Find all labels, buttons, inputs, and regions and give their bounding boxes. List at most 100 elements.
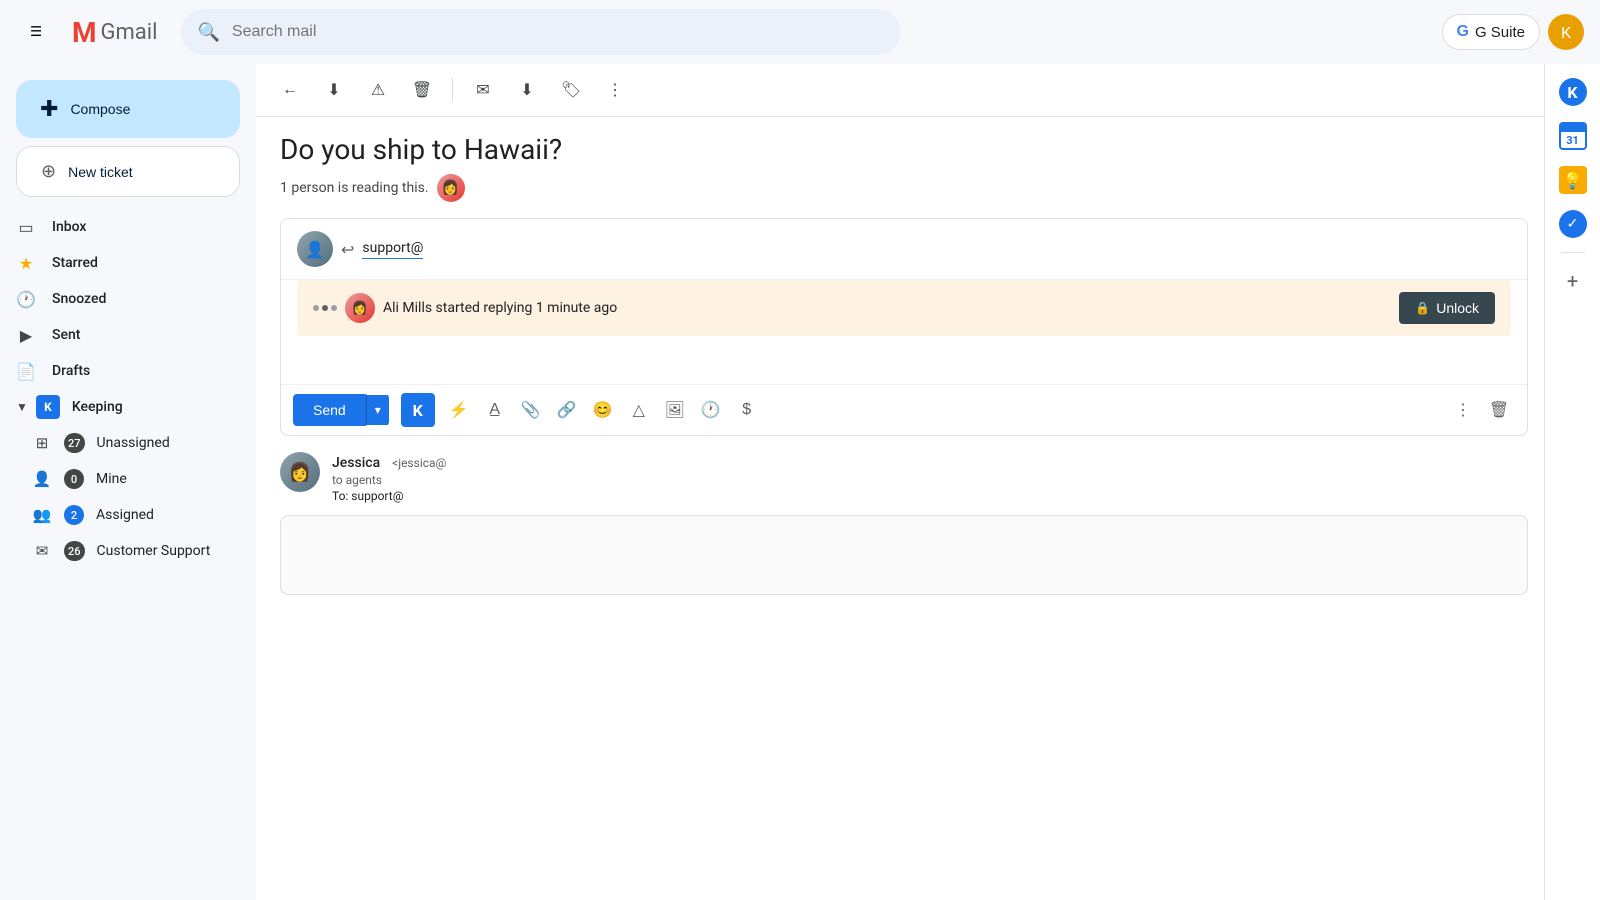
- mine-badge: 0: [64, 469, 84, 489]
- reply-compose-body[interactable]: [281, 344, 1527, 384]
- keeping-header[interactable]: ▼ K Keeping: [0, 389, 256, 425]
- mark-read-button[interactable]: ✉: [465, 72, 501, 108]
- email-scroll: Do you ship to Hawaii? 1 person is readi…: [256, 117, 1600, 900]
- message-sender-line: Jessica <jessica@: [332, 452, 1528, 471]
- sender-name: Jessica: [332, 455, 380, 471]
- search-input[interactable]: [232, 23, 886, 41]
- send-dropdown-button[interactable]: ▾: [366, 395, 389, 425]
- sidebar-item-snoozed[interactable]: 🕐 Snoozed: [0, 281, 240, 317]
- gsuite-button[interactable]: G G Suite: [1442, 14, 1540, 50]
- topbar: ☰ M Gmail 🔍 G G Suite K: [0, 0, 1600, 64]
- reading-notice: 1 person is reading this. 👩: [280, 174, 1528, 202]
- cal-body: 31: [1561, 132, 1585, 148]
- keeping-compose-button[interactable]: K: [401, 393, 435, 427]
- compose-plus-icon: ✚: [40, 96, 58, 122]
- schedule-button[interactable]: 🕐: [695, 394, 727, 426]
- discard-button[interactable]: 🗑: [1483, 394, 1515, 426]
- content-area: ← ⬇ ⚠ 🗑 ✉ ⬇ 🏷 ⋮ Do you ship to Hawaii? 1…: [256, 64, 1600, 900]
- new-ticket-button[interactable]: ⊕ New ticket: [16, 146, 240, 197]
- typing-avatar-inner: 👩: [345, 293, 375, 323]
- sidebar-item-inbox[interactable]: ▭ Inbox: [0, 209, 240, 245]
- sidebar-item-label: Starred: [52, 255, 224, 271]
- archive-button[interactable]: ⬇: [316, 72, 352, 108]
- sidebar-sub-label: Customer Support: [97, 543, 211, 559]
- compose-button[interactable]: ✚ Compose: [16, 80, 240, 138]
- hamburger-button[interactable]: ☰: [16, 12, 56, 52]
- sidebar-item-mine[interactable]: 👤 0 Mine: [0, 461, 240, 497]
- format-button[interactable]: A̲: [479, 394, 511, 426]
- keeping-k-icon: K: [36, 395, 60, 419]
- send-button-group: Send ▾: [293, 394, 389, 426]
- unlock-banner: 👩 Ali Mills started replying 1 minute ag…: [297, 280, 1511, 336]
- message-to-address: To: support@: [332, 489, 1528, 503]
- reply-header: 👤 ↩ support@: [281, 219, 1527, 280]
- reply-avatar-inner: 👤: [297, 231, 333, 267]
- new-ticket-plus-icon: ⊕: [41, 161, 56, 182]
- inbox-icon: ▭: [16, 218, 36, 237]
- reply-to-field: support@: [362, 240, 1511, 259]
- sidebar-item-sent[interactable]: ▶ Sent: [0, 317, 240, 353]
- keeping-panel-button[interactable]: K: [1553, 72, 1593, 112]
- message-body: [280, 515, 1528, 595]
- back-button[interactable]: ←: [272, 72, 308, 108]
- sidebar-item-assigned[interactable]: 👥 2 Assigned: [0, 497, 240, 533]
- lightbulb-button[interactable]: 💡: [1553, 160, 1593, 200]
- sidebar-item-starred[interactable]: ★ Starred: [0, 245, 240, 281]
- gsuite-area: G G Suite K: [1442, 14, 1584, 50]
- currency-button[interactable]: $: [731, 394, 763, 426]
- link-button[interactable]: 🔗: [551, 394, 583, 426]
- typing-dot-1: [313, 305, 319, 311]
- add-panel-button[interactable]: +: [1553, 261, 1593, 301]
- sidebar-item-drafts[interactable]: 📄 Drafts: [0, 353, 240, 389]
- photo-button[interactable]: 🖼: [659, 394, 691, 426]
- mine-icon: 👤: [32, 470, 52, 488]
- starred-icon: ★: [16, 254, 36, 273]
- typing-avatar: 👩: [345, 293, 375, 323]
- assigned-badge: 2: [64, 505, 84, 525]
- keeping-k-label: K: [1567, 83, 1577, 102]
- message-info: Jessica <jessica@ to agents To: support@: [332, 452, 1528, 503]
- more-button[interactable]: ⋮: [597, 72, 633, 108]
- sidebar-item-label: Drafts: [52, 363, 224, 379]
- label-button[interactable]: 🏷: [553, 72, 589, 108]
- calendar-icon: 31: [1559, 122, 1587, 150]
- unlock-button[interactable]: 🔒 Unlock: [1399, 292, 1495, 324]
- tasks-button[interactable]: ✓: [1553, 204, 1593, 244]
- unassigned-icon: ⊞: [32, 434, 52, 452]
- email-message: 👩 Jessica <jessica@ to agents To: suppor…: [280, 452, 1528, 595]
- calendar-button[interactable]: 31: [1553, 116, 1593, 156]
- check-icon: ✓: [1559, 210, 1587, 238]
- bolt-button[interactable]: ⚡: [443, 394, 475, 426]
- toolbar-divider: [452, 78, 453, 102]
- more-options-button[interactable]: ⋮: [1447, 394, 1479, 426]
- agent-typing: 👩 Ali Mills started replying 1 minute ag…: [313, 293, 1387, 323]
- move-to-button[interactable]: ⬇: [509, 72, 545, 108]
- sidebar-item-unassigned[interactable]: ⊞ 27 Unassigned: [0, 425, 240, 461]
- to-label: to agents: [332, 473, 382, 487]
- toolbar-end-actions: ⋮ 🗑: [1447, 394, 1515, 426]
- sidebar-item-label: Sent: [52, 327, 224, 343]
- reading-avatar-img: 👩: [437, 174, 465, 202]
- customer-support-icon: ✉: [32, 542, 52, 560]
- message-sender-avatar: 👩: [280, 452, 320, 492]
- unlock-label: Unlock: [1436, 300, 1479, 316]
- reading-text: 1 person is reading this.: [280, 180, 429, 196]
- sidebar-item-customer-support[interactable]: ✉ 26 Customer Support: [0, 533, 240, 569]
- message-to-line: to agents: [332, 473, 1528, 487]
- keeping-label: Keeping: [72, 399, 123, 415]
- avatar-inner: 👩: [280, 452, 320, 492]
- emoji-button[interactable]: 😊: [587, 394, 619, 426]
- send-button[interactable]: Send: [293, 394, 366, 426]
- avatar-initial: K: [1561, 23, 1571, 42]
- new-ticket-label: New ticket: [68, 164, 133, 180]
- drive-button[interactable]: △: [623, 394, 655, 426]
- attach-button[interactable]: 📎: [515, 394, 547, 426]
- report-spam-button[interactable]: ⚠: [360, 72, 396, 108]
- gsuite-g-icon: G: [1457, 23, 1469, 41]
- reply-to-address[interactable]: support@: [362, 240, 423, 259]
- delete-button[interactable]: 🗑: [404, 72, 440, 108]
- avatar[interactable]: K: [1548, 14, 1584, 50]
- snoozed-icon: 🕐: [16, 290, 36, 309]
- gmail-text: Gmail: [101, 20, 158, 45]
- message-sender-row: 👩 Jessica <jessica@ to agents To: suppor…: [280, 452, 1528, 503]
